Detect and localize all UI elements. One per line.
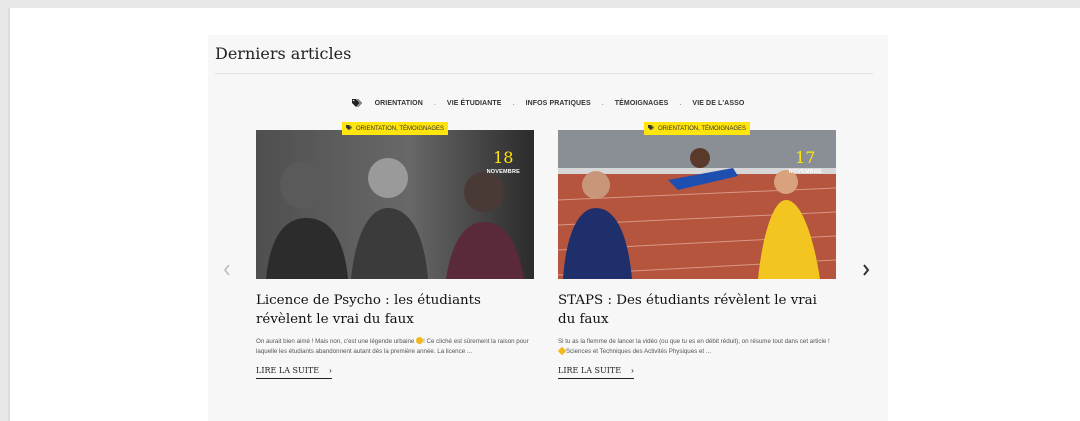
title-divider	[215, 73, 873, 74]
article-image[interactable]: 17 NOVEMBRE	[558, 130, 836, 279]
filter-orientation[interactable]: ORIENTATION	[375, 100, 423, 107]
read-more-label: LIRE LA SUITE	[256, 366, 320, 375]
article-card: 18 NOVEMBRE ORIENTATION, TÉMOIGNAGES Lic…	[256, 122, 534, 379]
article-date: 17 NOVEMBRE	[788, 148, 822, 176]
read-more-label: LIRE LA SUITE	[558, 366, 622, 375]
article-excerpt: On aurait bien aimé ! Mais non, c'est un…	[256, 337, 534, 357]
read-more-link[interactable]: LIRE LA SUITE ›	[558, 366, 634, 379]
filter-vie-etudiante[interactable]: VIE ÉTUDIANTE	[447, 100, 502, 107]
filter-separator: .	[601, 99, 604, 107]
article-excerpt: Si tu as la flemme de lancer la vidéo (o…	[557, 337, 836, 357]
filter-separator: .	[512, 99, 515, 107]
category-label: ORIENTATION, TÉMOIGNAGES	[355, 125, 445, 132]
chevron-right-icon: ›	[631, 366, 634, 375]
excerpt-text: Si tu as la flemme de lancer la vidéo (o…	[558, 338, 830, 345]
left-border	[8, 8, 10, 421]
filter-temoignages[interactable]: TÉMOIGNAGES	[615, 100, 669, 107]
date-day: 18	[493, 148, 514, 167]
date-month: NOVEMBRE	[486, 169, 520, 175]
category-badge[interactable]: ORIENTATION, TÉMOIGNAGES	[643, 122, 751, 135]
category-label: ORIENTATION, TÉMOIGNAGES	[657, 125, 747, 132]
section-title: Derniers articles	[215, 44, 352, 63]
read-more-link[interactable]: LIRE LA SUITE ›	[256, 366, 332, 379]
date-month: NOVEMBRE	[788, 169, 822, 175]
article-title[interactable]: Licence de Psycho : les étudiants révèle…	[256, 291, 534, 329]
article-date: 18 NOVEMBRE	[486, 148, 520, 176]
filter-infos-pratiques[interactable]: INFOS PRATIQUES	[526, 100, 591, 107]
category-filters: ORIENTATION . VIE ÉTUDIANTE . INFOS PRAT…	[208, 99, 888, 107]
filter-separator: .	[679, 99, 682, 107]
page-frame: Derniers articles ORIENTATION . VIE ÉTUD…	[8, 8, 1080, 421]
chevron-right-icon: ›	[329, 366, 332, 375]
article-title[interactable]: STAPS : Des étudiants révèlent le vrai d…	[558, 291, 836, 329]
pencil-emoji-icon	[557, 346, 567, 356]
filter-vie-de-l-asso[interactable]: VIE DE L'ASSO	[692, 100, 744, 107]
excerpt-text: On aurait bien aimé ! Mais non, c'est un…	[256, 338, 417, 345]
chevron-left-icon[interactable]	[223, 264, 231, 280]
tags-icon	[648, 125, 655, 132]
tags-icon	[351, 99, 363, 107]
latest-articles-section: Derniers articles ORIENTATION . VIE ÉTUD…	[208, 35, 888, 421]
filter-separator: .	[433, 99, 436, 107]
article-image[interactable]: 18 NOVEMBRE	[256, 130, 534, 279]
date-day: 17	[795, 148, 816, 167]
category-badge[interactable]: ORIENTATION, TÉMOIGNAGES	[341, 122, 449, 135]
chevron-right-icon[interactable]	[862, 264, 870, 280]
tags-icon	[346, 125, 353, 132]
article-card: 17 NOVEMBRE ORIENTATION, TÉMOIGNAGES STA…	[557, 122, 836, 379]
excerpt-text: Sciences et Techniques des Activités Phy…	[566, 348, 712, 355]
